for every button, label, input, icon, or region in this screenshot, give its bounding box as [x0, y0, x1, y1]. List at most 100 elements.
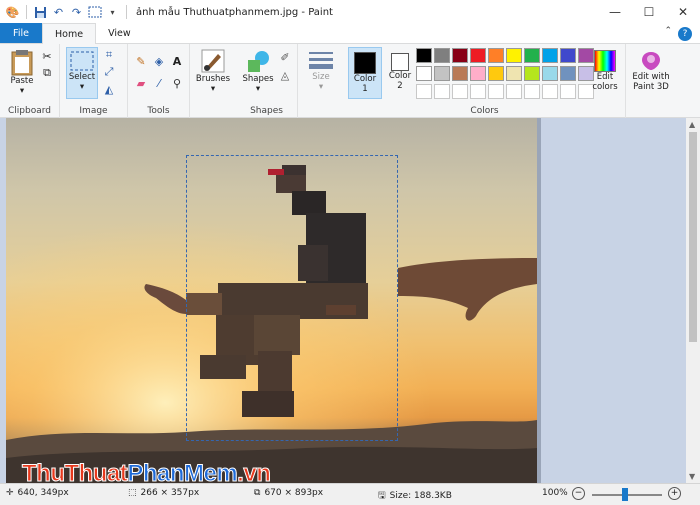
palette-swatch[interactable]	[488, 66, 504, 81]
size-button[interactable]: Size ▾	[304, 50, 338, 92]
palette-swatch[interactable]	[560, 48, 576, 63]
brush-icon	[201, 49, 225, 73]
divider	[126, 5, 127, 19]
image-dimensions-icon: ⧉	[254, 488, 261, 498]
edit-colors-label-1: Edit	[596, 72, 614, 82]
fill-icon[interactable]: ◈	[152, 54, 166, 68]
resize-icon[interactable]: ⤢	[102, 65, 116, 79]
scroll-up-icon[interactable]: ▲	[689, 120, 695, 129]
pencil-icon[interactable]: ✎	[134, 54, 148, 68]
group-size: Size ▾	[298, 44, 344, 118]
palette-swatch[interactable]	[434, 48, 450, 63]
window-title: ảnh mẫu Thuthuatphanmem.jpg - Paint	[136, 6, 333, 18]
zoom-in-button[interactable]: +	[668, 487, 681, 500]
palette-swatch[interactable]	[470, 66, 486, 81]
copy-icon[interactable]: ⧉	[40, 66, 54, 80]
zoom-in-icon[interactable]: +	[668, 487, 681, 500]
palette-swatch[interactable]	[452, 48, 468, 63]
select-quick-icon[interactable]	[87, 5, 102, 20]
chevron-down-icon: ▾	[79, 82, 85, 92]
palette-swatch[interactable]	[416, 66, 432, 81]
undo-icon[interactable]: ↶	[51, 5, 66, 20]
zoom-slider-thumb[interactable]	[621, 488, 628, 501]
color1-swatch	[354, 52, 376, 74]
zoom-slider[interactable]	[592, 488, 662, 501]
palette-swatch[interactable]	[452, 66, 468, 81]
palette-swatch[interactable]	[542, 66, 558, 81]
color2-button[interactable]: Color 2	[384, 47, 416, 99]
palette-swatch[interactable]	[452, 84, 468, 99]
palette-swatch[interactable]	[470, 48, 486, 63]
palette-swatch[interactable]	[524, 48, 540, 63]
palette-swatch[interactable]	[488, 48, 504, 63]
title-bar: 🎨 ↶ ↷ ▾ ảnh mẫu Thuthuatphanmem.jpg - Pa…	[0, 0, 700, 24]
select-label: Select	[68, 72, 96, 82]
palette-swatch[interactable]	[470, 84, 486, 99]
palette-swatch[interactable]	[506, 84, 522, 99]
color1-number: 1	[362, 84, 368, 94]
magnifier-icon[interactable]: ⚲	[170, 76, 184, 90]
shape-fill-icon[interactable]: ◬	[278, 68, 292, 82]
group-label-tools: Tools	[147, 106, 170, 116]
collapse-ribbon-icon[interactable]: ⌃	[664, 26, 672, 36]
chevron-down-icon: ▾	[255, 84, 261, 94]
palette-swatch[interactable]	[434, 66, 450, 81]
color1-button[interactable]: Color 1	[348, 47, 382, 99]
redo-icon[interactable]: ↷	[69, 5, 84, 20]
outline-icon[interactable]: ✐	[278, 50, 292, 64]
customize-dropdown-icon[interactable]: ▾	[105, 5, 120, 20]
edit-colors-label-2: colors	[592, 82, 618, 92]
shapes-icon	[248, 51, 269, 72]
chevron-down-icon: ▾	[210, 84, 216, 94]
eraser-icon[interactable]: ▰	[134, 76, 148, 90]
palette-swatch[interactable]	[488, 84, 504, 99]
palette-swatch[interactable]	[542, 48, 558, 63]
tab-home[interactable]: Home	[42, 23, 97, 44]
palette-swatch[interactable]	[416, 84, 432, 99]
disk-icon: 🖫	[378, 491, 386, 501]
scroll-thumb[interactable]	[689, 132, 697, 342]
brushes-button[interactable]: Brushes ▾	[194, 48, 232, 94]
edit-colors-button[interactable]: Edit colors	[588, 50, 622, 92]
canvas-edge-shadow	[537, 118, 541, 483]
vertical-scrollbar[interactable]: ▲ ▼	[686, 118, 700, 483]
selection-rectangle[interactable]	[186, 155, 398, 441]
select-icon	[70, 51, 94, 71]
palette-swatch[interactable]	[542, 84, 558, 99]
zoom-out-icon[interactable]: −	[572, 487, 585, 500]
maximize-button[interactable]: ☐	[632, 0, 666, 24]
crop-icon[interactable]: ⌗	[102, 48, 116, 62]
tab-view[interactable]: View	[96, 23, 143, 43]
palette-swatch[interactable]	[524, 84, 540, 99]
save-icon[interactable]	[33, 5, 48, 20]
palette-swatch[interactable]	[560, 84, 576, 99]
palette-swatch[interactable]	[434, 84, 450, 99]
scroll-down-icon[interactable]: ▼	[689, 472, 695, 481]
palette-swatch[interactable]	[524, 66, 540, 81]
color2-number: 2	[397, 81, 403, 91]
palette-swatch[interactable]	[506, 66, 522, 81]
chevron-down-icon: ▾	[318, 82, 324, 92]
zoom-out-button[interactable]: −	[572, 487, 585, 500]
palette-swatch[interactable]	[506, 48, 522, 63]
file-size-value: Size: 188.3KB	[389, 491, 452, 501]
palette-swatch[interactable]	[560, 66, 576, 81]
paint-app-icon[interactable]: 🎨	[5, 5, 20, 20]
select-button[interactable]: Select ▾	[66, 47, 98, 99]
divider	[26, 5, 27, 19]
palette-swatch[interactable]	[416, 48, 432, 63]
paste-label: Paste	[10, 76, 34, 86]
close-button[interactable]: ✕	[666, 0, 700, 24]
paint-3d-button[interactable]: Edit with Paint 3D	[628, 50, 674, 92]
canvas-area[interactable]	[0, 118, 700, 483]
cut-icon[interactable]: ✂	[40, 49, 54, 63]
minimize-button[interactable]: —	[598, 0, 632, 24]
text-icon[interactable]: A	[170, 54, 184, 68]
help-icon[interactable]: ?	[678, 27, 692, 41]
group-label-colors: Colors	[470, 106, 499, 116]
paste-button[interactable]: Paste ▾	[6, 48, 38, 96]
shapes-button[interactable]: Shapes ▾	[240, 48, 276, 94]
tab-file[interactable]: File	[0, 23, 42, 43]
rotate-icon[interactable]: ◭	[102, 82, 116, 96]
color-picker-icon[interactable]: ⁄	[152, 76, 166, 90]
